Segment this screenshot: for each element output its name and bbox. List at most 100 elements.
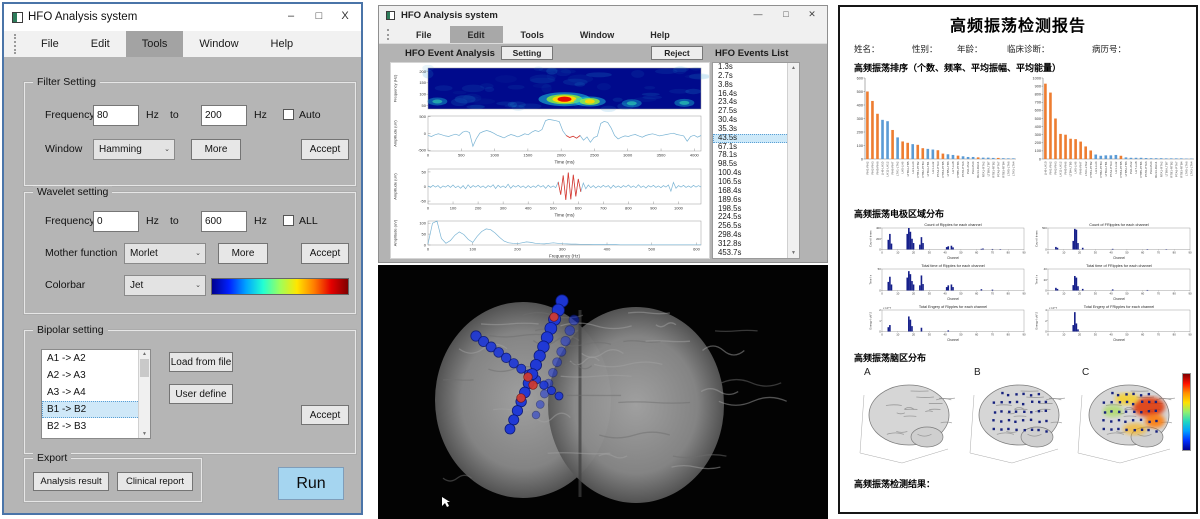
colorbar-value: Jet — [130, 280, 143, 291]
svg-text:40: 40 — [1110, 292, 1114, 296]
filter-freq-to-input[interactable]: 200 — [201, 105, 247, 126]
svg-text:20: 20 — [1078, 333, 1082, 337]
menu-help[interactable]: Help — [632, 26, 688, 43]
svg-text:20: 20 — [1044, 278, 1048, 282]
maximize-button[interactable]: □ — [779, 9, 793, 19]
scroll-up-icon[interactable]: ▲ — [788, 65, 799, 71]
colorbar-label: Colorbar — [45, 279, 85, 291]
ripples-count-hist: Count of Ripples for each channel0200400… — [868, 222, 1028, 260]
wavelet-more-button[interactable]: More — [218, 243, 268, 264]
clinical-report-button[interactable]: Clinical report — [117, 472, 193, 491]
menu-tools[interactable]: Tools — [126, 31, 184, 57]
filter-freq-from-input[interactable]: 80 — [93, 105, 139, 126]
scroll-down-icon[interactable]: ▼ — [139, 431, 150, 437]
menu-help[interactable]: Help — [255, 31, 310, 57]
svg-text:RH2-RH3: RH2-RH3 — [871, 161, 875, 174]
svg-text:LTB3-LTB4: LTB3-LTB4 — [1104, 161, 1108, 176]
bipolar-list-item[interactable]: A2 -> A3 — [42, 367, 150, 384]
svg-text:50: 50 — [959, 333, 963, 337]
events-list-label: HFO Events List — [715, 48, 788, 59]
title-bar: HFO Analysis system – □ X — [4, 4, 361, 32]
svg-text:90: 90 — [1188, 292, 1192, 296]
svg-text:100: 100 — [450, 206, 457, 211]
svg-text:Energy / uV^2: Energy / uV^2 — [1035, 312, 1039, 330]
svg-text:PTB4-PTB5: PTB4-PTB5 — [1119, 161, 1123, 177]
menu-file[interactable]: File — [25, 31, 75, 57]
menu-edit[interactable]: Edit — [450, 26, 503, 43]
bipolar-scrollbar[interactable]: ▲ ▼ — [138, 350, 150, 438]
wavelet-freq-from-input[interactable]: 0 — [93, 211, 139, 232]
minimize-button[interactable]: – — [283, 10, 299, 22]
bipolar-list-item[interactable]: B1 -> B2 — [42, 401, 150, 418]
report-brain-c — [1068, 375, 1178, 467]
all-checkbox[interactable] — [283, 215, 294, 226]
filter-more-button[interactable]: More — [191, 139, 241, 160]
run-button[interactable]: Run — [278, 467, 344, 500]
auto-label: Auto — [299, 109, 321, 121]
svg-text:RH6-RH7: RH6-RH7 — [891, 161, 895, 174]
filter-accept-button[interactable]: Accept — [301, 139, 349, 160]
svg-text:0: 0 — [1047, 292, 1049, 296]
menu-file[interactable]: File — [398, 26, 450, 43]
svg-text:50: 50 — [422, 169, 427, 174]
menu-window[interactable]: Window — [183, 31, 254, 57]
bipolar-list-item[interactable]: A3 -> A4 — [42, 384, 150, 401]
close-button[interactable]: ✕ — [805, 9, 819, 20]
user-define-button[interactable]: User define — [169, 384, 233, 404]
bipolar-accept-button[interactable]: Accept — [301, 405, 349, 425]
spectrum-plot: 0501000100200300400500600Frequency (Hz)A… — [391, 218, 709, 259]
scrollbar-thumb[interactable] — [140, 359, 149, 377]
scroll-up-icon[interactable]: ▲ — [139, 351, 150, 357]
svg-text:Channel: Channel — [1113, 297, 1125, 301]
heat-colorbar — [1182, 373, 1191, 451]
mother-function-select[interactable]: Morlet ⌄ — [124, 243, 206, 264]
bipolar-listbox[interactable]: A1 -> A2A2 -> A3A3 -> A4B1 -> B2B2 -> B3… — [41, 349, 151, 439]
svg-text:PTA5-PTA6: PTA5-PTA6 — [1144, 161, 1148, 177]
menu-tools[interactable]: Tools — [503, 26, 562, 43]
window-select[interactable]: Hamming ⌄ — [93, 139, 175, 160]
svg-text:70: 70 — [1157, 333, 1161, 337]
svg-text:600: 600 — [693, 247, 700, 252]
events-scrollbar[interactable]: ▲ ▼ — [787, 63, 799, 258]
patient-info-field: 姓名： — [854, 43, 880, 55]
brain-3d-panel[interactable] — [378, 265, 828, 519]
load-from-file-button[interactable]: Load from file — [169, 352, 233, 372]
plot-panel: 50100150200Frequency (Hz) -5000500050010… — [390, 62, 710, 259]
svg-text:PTA2-PTA3: PTA2-PTA3 — [1109, 161, 1113, 177]
svg-text:Count / times: Count / times — [1035, 230, 1039, 247]
toolbar-grip[interactable] — [387, 29, 392, 40]
svg-text:LH11-LH12: LH11-LH12 — [1059, 161, 1063, 176]
svg-text:LH1-LH2: LH1-LH2 — [1114, 161, 1118, 173]
svg-text:400: 400 — [604, 247, 611, 252]
svg-text:LH5-LH6: LH5-LH6 — [1074, 161, 1078, 173]
auto-checkbox[interactable] — [283, 109, 294, 120]
bipolar-list-item[interactable]: B2 -> B3 — [42, 418, 150, 435]
close-button[interactable]: X — [337, 10, 353, 22]
settings-body: Filter Setting Frequency 80 Hz to 200 Hz… — [4, 57, 361, 513]
svg-text:1000: 1000 — [490, 153, 500, 158]
settings-window: HFO Analysis system – □ X FileEditToolsW… — [2, 2, 363, 515]
menu-edit[interactable]: Edit — [75, 31, 126, 57]
svg-text:800: 800 — [625, 206, 632, 211]
colorbar-select[interactable]: Jet ⌄ — [124, 275, 206, 296]
svg-text:RTB1-RTB2: RTB1-RTB2 — [991, 161, 995, 178]
svg-text:PH3-PH4: PH3-PH4 — [1149, 161, 1153, 174]
scroll-down-icon[interactable]: ▼ — [788, 250, 799, 256]
menu-window[interactable]: Window — [562, 26, 632, 43]
hfo-events-listbox[interactable]: 1.3s2.7s3.8s16.4s23.4s27.5s30.4s35.3s43.… — [712, 62, 800, 259]
setting-button[interactable]: Setting — [501, 46, 553, 60]
report-brain-a — [850, 375, 956, 467]
svg-text:LTB3-LTB4: LTB3-LTB4 — [926, 161, 930, 176]
toolbar-grip[interactable] — [14, 34, 19, 54]
wavelet-freq-to-input[interactable]: 600 — [201, 211, 247, 232]
wavelet-accept-button[interactable]: Accept — [301, 243, 349, 264]
brain-3d-view — [378, 265, 828, 519]
bipolar-list-item[interactable]: A1 -> A2 — [42, 350, 150, 367]
maximize-button[interactable]: □ — [311, 10, 327, 22]
app-icon — [386, 11, 395, 20]
clinical-report-panel: 高频振荡检测报告 姓名：性别：年龄：临床诊断：病历号： 高频振荡排序（个数、频率… — [838, 5, 1198, 514]
analysis-result-button[interactable]: Analysis result — [33, 472, 109, 491]
minimize-button[interactable]: — — [751, 9, 765, 19]
reject-button[interactable]: Reject — [651, 46, 703, 60]
svg-text:200: 200 — [857, 130, 863, 134]
